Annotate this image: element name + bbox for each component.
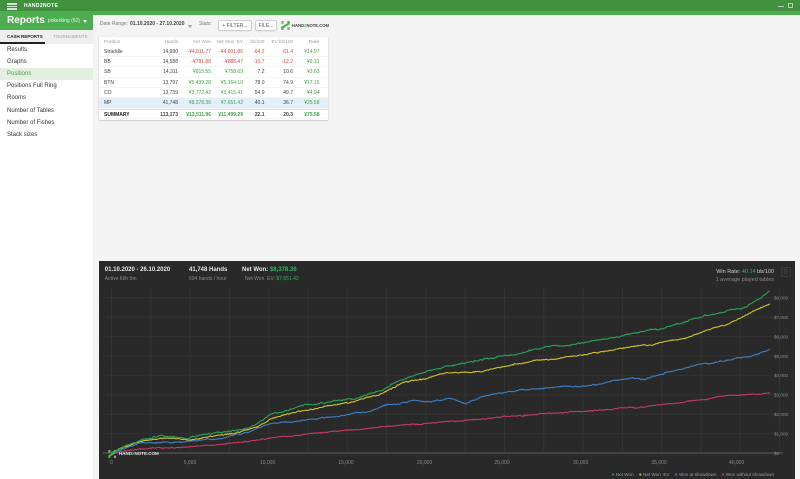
svg-text:$0: $0: [774, 451, 780, 456]
svg-text:$4,000: $4,000: [774, 373, 788, 378]
svg-text:$3,000: $3,000: [774, 393, 788, 398]
svg-text:$6,000: $6,000: [774, 334, 788, 339]
svg-text:15,000: 15,000: [338, 460, 354, 466]
svg-text:30,000: 30,000: [573, 460, 589, 466]
svg-text:$1,000: $1,000: [774, 431, 788, 436]
svg-text:40,000: 40,000: [729, 460, 745, 466]
svg-text:$8,000: $8,000: [774, 296, 788, 301]
svg-text:$7,000: $7,000: [774, 315, 788, 320]
svg-text:5,000: 5,000: [184, 460, 197, 466]
svg-text:$2,000: $2,000: [774, 412, 788, 417]
svg-text:25,000: 25,000: [494, 460, 510, 466]
svg-text:35,000: 35,000: [651, 460, 667, 466]
svg-text:$5,000: $5,000: [774, 354, 788, 359]
svg-text:10,000: 10,000: [260, 460, 276, 466]
svg-text:20,000: 20,000: [417, 460, 433, 466]
svg-text:0: 0: [110, 460, 113, 466]
